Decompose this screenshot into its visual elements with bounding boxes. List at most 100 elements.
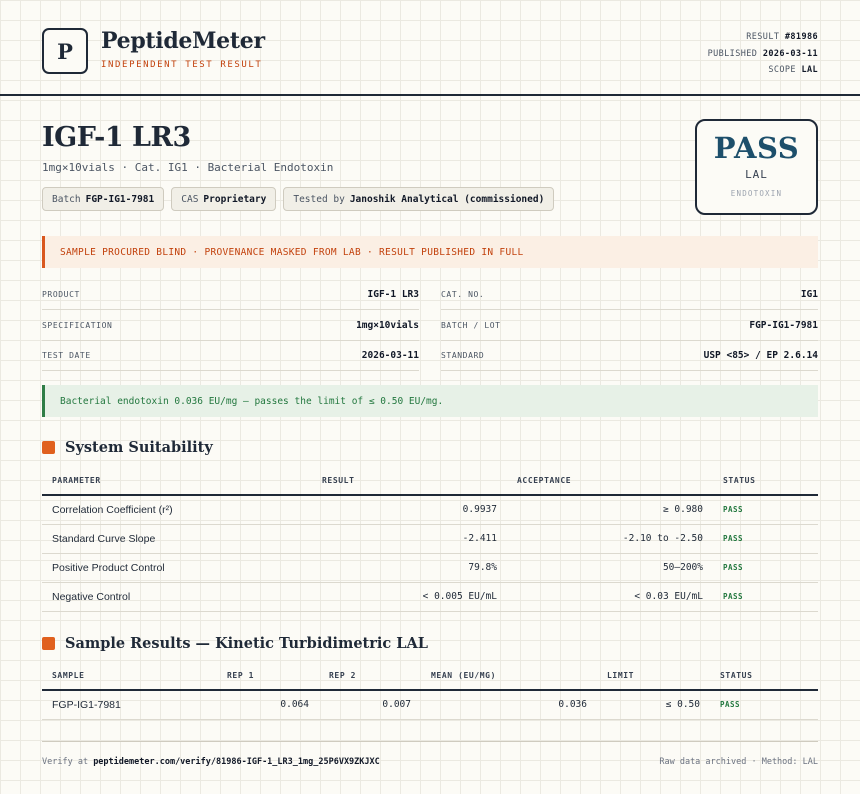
chip-label: CAS [181, 193, 199, 205]
table-row: FGP-IG1-7981 0.064 0.007 0.036 ≤ 0.50 PA… [42, 690, 818, 720]
col-parameter: PARAMETER [42, 467, 312, 496]
cell-parameter: Correlation Coefficient (r²) [42, 495, 312, 525]
table-header-row: PARAMETER RESULT ACCEPTANCE STATUS [42, 467, 818, 496]
cell-sample: FGP-IG1-7981 [42, 690, 217, 720]
table-header-row: SAMPLE REP 1 REP 2 MEAN (EU/MG) LIMIT ST… [42, 662, 818, 691]
meta-result: RESULT #81986 [708, 29, 818, 46]
info-row-cat-no: CAT. NO. IG1 [441, 280, 818, 310]
col-limit: LIMIT [597, 662, 710, 691]
brand-tagline: INDEPENDENT TEST RESULT [101, 60, 263, 70]
cell-parameter: Standard Curve Slope [42, 524, 312, 554]
provenance-notice: SAMPLE PROCURED BLIND · PROVENANCE MASKE… [42, 236, 818, 268]
info-row-specification: SPECIFICATION 1mg×10vials [42, 311, 419, 341]
product-title: IGF-1 LR3 [42, 122, 191, 153]
cell-parameter: Negative Control [42, 582, 312, 612]
info-value: IG1 [800, 289, 818, 300]
status-badge: PASS [713, 553, 818, 583]
product-chips: Batch FGP-IG1-7981 CAS Proprietary Tested … [42, 187, 555, 211]
report-header: P PeptideMeter INDEPENDENT TEST RESULT R… [0, 0, 860, 96]
col-status: STATUS [710, 662, 818, 691]
cell-result: < 0.005 EU/mL [312, 582, 507, 612]
cell-acceptance: -2.10 to -2.50 [507, 524, 713, 554]
chip-cas: CAS Proprietary [171, 187, 277, 211]
col-rep2: REP 2 [319, 662, 421, 691]
meta-published-label: PUBLISHED [707, 48, 758, 59]
info-value: IGF-1 LR3 [367, 289, 419, 300]
section-marker-icon [42, 441, 55, 454]
cell-result: 79.8% [312, 553, 507, 583]
meta-scope-label: SCOPE [768, 65, 796, 75]
meta-result-value: #81986 [784, 32, 818, 42]
stamp-category: ENDOTOXIN [730, 189, 783, 198]
footer-divider [42, 741, 818, 742]
status-badge: PASS [713, 495, 818, 525]
table-row: Positive Product Control 79.8% 50–200% P… [42, 553, 818, 583]
section-marker-icon [42, 637, 55, 650]
col-rep1: REP 1 [217, 662, 319, 691]
info-row-test-date: TEST DATE 2026-03-11 [42, 341, 419, 371]
meta-scope-value: LAL [801, 65, 818, 75]
col-status: STATUS [713, 467, 818, 496]
info-row-standard: STANDARD USP <85> / EP 2.6.14 [441, 341, 818, 371]
info-value: USP <85> / EP 2.6.14 [703, 350, 818, 361]
stamp-verdict: PASS [713, 131, 800, 165]
cell-rep2: 0.007 [319, 690, 421, 720]
section-title: System Suitability [65, 439, 213, 456]
info-label: PRODUCT [42, 290, 80, 299]
verify-prefix: Verify at [42, 757, 89, 767]
sample-results-table: SAMPLE REP 1 REP 2 MEAN (EU/MG) LIMIT ST… [42, 662, 818, 720]
info-label: SPECIFICATION [42, 321, 113, 330]
chip-tested-by: Tested by Janoshik Analytical (commission… [283, 187, 555, 211]
info-value: FGP-IG1-7981 [749, 320, 818, 331]
chip-value: Proprietary [203, 193, 267, 205]
brand-name: PeptideMeter [101, 28, 265, 54]
section-title: Sample Results — Kinetic Turbidimetric L… [65, 635, 428, 652]
info-label: TEST DATE [42, 351, 91, 360]
info-value: 2026-03-11 [361, 350, 419, 361]
info-label: STANDARD [441, 351, 485, 360]
col-mean: MEAN (EU/MG) [421, 662, 597, 691]
info-row-batch-lot: BATCH / LOT FGP-IG1-7981 [441, 311, 818, 341]
verify-link[interactable]: peptidemeter.com/verify/81986-IGF-1_LR3_… [93, 757, 380, 767]
cell-limit: ≤ 0.50 [597, 690, 710, 720]
logo-letter: P [57, 38, 73, 64]
col-acceptance: ACCEPTANCE [507, 467, 713, 496]
footer-archive-note: Raw data archived · Method: LAL [659, 757, 818, 767]
info-label: CAT. NO. [441, 290, 485, 299]
table-row: Standard Curve Slope -2.411 -2.10 to -2.… [42, 524, 818, 554]
section-system-suitability: System Suitability [42, 439, 213, 456]
chip-label: Batch [52, 193, 81, 205]
chip-batch: Batch FGP-IG1-7981 [42, 187, 165, 211]
cell-result: -2.411 [312, 524, 507, 554]
product-subtitle: 1mg×10vials · Cat. IG1 · Bacterial Endot… [42, 161, 334, 174]
cell-acceptance: 50–200% [507, 553, 713, 583]
meta-published-value: 2026-03-11 [762, 48, 818, 59]
chip-value: FGP-IG1-7981 [85, 193, 155, 205]
meta-scope: SCOPE LAL [708, 62, 818, 79]
chip-label: Tested by [293, 193, 345, 205]
logo-mark: P [42, 28, 88, 74]
table-row: Negative Control < 0.005 EU/mL < 0.03 EU… [42, 582, 818, 612]
stamp-method: LAL [745, 168, 768, 181]
cell-parameter: Positive Product Control [42, 553, 312, 583]
meta-published: PUBLISHED 2026-03-11 [708, 46, 818, 63]
meta-result-label: RESULT [746, 32, 780, 42]
chip-value: Janoshik Analytical (commissioned) [349, 193, 545, 205]
info-label: BATCH / LOT [441, 321, 501, 330]
pass-stamp: PASS LAL ENDOTOXIN [695, 119, 818, 215]
status-badge: PASS [713, 582, 818, 612]
info-row-product: PRODUCT IGF-1 LR3 [42, 280, 419, 310]
section-sample-results: Sample Results — Kinetic Turbidimetric L… [42, 635, 428, 652]
cell-result: 0.9937 [312, 495, 507, 525]
status-badge: PASS [713, 524, 818, 554]
cell-acceptance: < 0.03 EU/mL [507, 582, 713, 612]
footer-verify: Verify at peptidemeter.com/verify/81986-… [42, 757, 380, 767]
col-result: RESULT [312, 467, 507, 496]
col-sample: SAMPLE [42, 662, 217, 691]
suitability-table: PARAMETER RESULT ACCEPTANCE STATUS Corre… [42, 467, 818, 612]
table-row: Correlation Coefficient (r²) 0.9937 ≥ 0.… [42, 495, 818, 525]
result-meta: RESULT #81986 PUBLISHED 2026-03-11 SCOPE… [708, 29, 818, 79]
result-summary: Bacterial endotoxin 0.036 EU/mg — passes… [42, 385, 818, 417]
status-badge: PASS [710, 690, 818, 720]
info-value: 1mg×10vials [356, 320, 419, 331]
